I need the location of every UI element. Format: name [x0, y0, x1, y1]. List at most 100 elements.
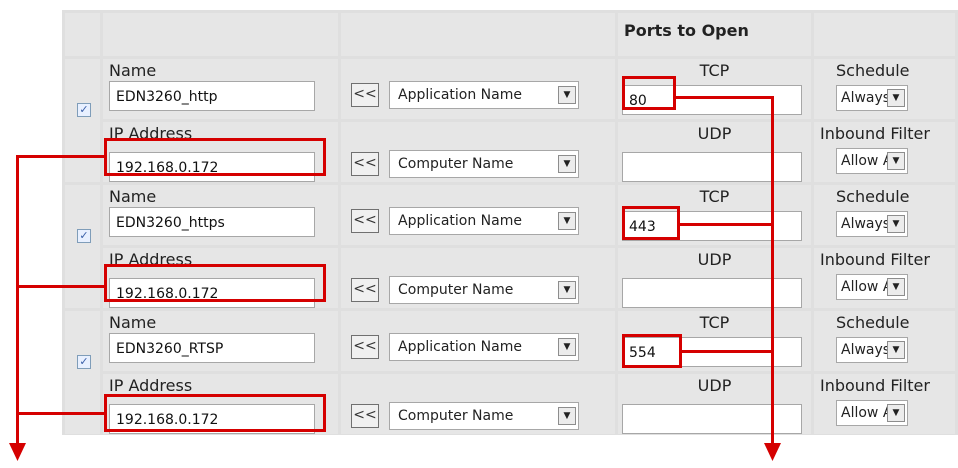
tcp-connector-line [678, 223, 774, 226]
application-name-select[interactable]: Application Name ▼ [389, 333, 579, 361]
dropdown-arrow-icon[interactable]: ▼ [887, 152, 905, 170]
dropdown-arrow-icon[interactable]: ▼ [558, 338, 576, 356]
computer-cell: << Computer Name ▼ [341, 122, 615, 182]
rule-row-top: ✓ Name EDN3260_https << Application Name… [65, 185, 955, 308]
copy-computer-button[interactable]: << [351, 152, 379, 176]
dropdown-arrow-icon[interactable]: ▼ [558, 407, 576, 425]
schedule-value: Always [841, 216, 891, 232]
copy-application-button[interactable]: << [351, 209, 379, 233]
ip-highlight-box [104, 264, 326, 302]
ip-connector-line [16, 155, 106, 158]
udp-cell: UDP [618, 122, 811, 182]
tcp-connector-line [674, 96, 774, 99]
name-cell: Name EDN3260_https [103, 185, 338, 245]
dropdown-arrow-icon[interactable]: ▼ [887, 404, 905, 422]
ip-connector-line [16, 155, 19, 445]
copy-application-button[interactable]: << [351, 83, 379, 107]
dropdown-arrow-icon[interactable]: ▼ [887, 89, 905, 107]
inbound-filter-label: Inbound Filter [820, 250, 930, 269]
ip-highlight-box [104, 394, 326, 432]
udp-cell: UDP [618, 374, 811, 434]
header-cell [65, 13, 100, 56]
app-cell: << Application Name ▼ [341, 311, 615, 371]
computer-cell: << Computer Name ▼ [341, 374, 615, 434]
filter-cell: Inbound Filter Allow All ▼ [814, 374, 955, 434]
checkmark-icon: ✓ [79, 355, 89, 368]
ip-connector-line [16, 412, 106, 415]
dropdown-arrow-icon[interactable]: ▼ [558, 281, 576, 299]
schedule-value: Always [841, 342, 891, 358]
port-forwarding-panel: Ports to Open ✓ Name EDN3260_http << App… [62, 10, 958, 435]
udp-label: UDP [697, 250, 732, 269]
inbound-filter-select[interactable]: Allow All ▼ [836, 148, 908, 174]
app-cell: << Application Name ▼ [341, 185, 615, 245]
enable-checkbox[interactable]: ✓ [77, 103, 91, 117]
port-forwarding-table: Ports to Open ✓ Name EDN3260_http << App… [62, 10, 958, 437]
copy-computer-button[interactable]: << [351, 404, 379, 428]
dropdown-arrow-icon[interactable]: ▼ [887, 341, 905, 359]
schedule-label: Schedule [836, 187, 910, 206]
application-name-select[interactable]: Application Name ▼ [389, 81, 579, 109]
schedule-select[interactable]: Always ▼ [836, 337, 908, 363]
enable-checkbox[interactable]: ✓ [77, 355, 91, 369]
udp-port-field[interactable] [622, 404, 802, 434]
name-field[interactable]: EDN3260_https [109, 207, 315, 237]
computer-name-select[interactable]: Computer Name ▼ [389, 402, 579, 430]
header-cell [341, 13, 615, 56]
dropdown-arrow-icon[interactable]: ▼ [558, 212, 576, 230]
tcp-label: TCP [699, 187, 730, 206]
checkmark-icon: ✓ [79, 229, 89, 242]
schedule-value: Always [841, 90, 891, 106]
schedule-select[interactable]: Always ▼ [836, 211, 908, 237]
tcp-highlight-box [622, 334, 682, 368]
inbound-filter-label: Inbound Filter [820, 376, 930, 395]
udp-port-field[interactable] [622, 152, 802, 182]
rule-row-top: ✓ Name EDN3260_http << Application Name … [65, 59, 955, 182]
computer-name-select[interactable]: Computer Name ▼ [389, 150, 579, 178]
ports-to-open-heading: Ports to Open [618, 13, 811, 56]
table-header: Ports to Open [65, 13, 955, 56]
inbound-filter-select[interactable]: Allow All ▼ [836, 274, 908, 300]
udp-cell: UDP [618, 248, 811, 308]
name-cell: Name EDN3260_http [103, 59, 338, 119]
application-name-value: Application Name [398, 213, 522, 229]
tcp-connector-line [680, 350, 774, 353]
copy-application-button[interactable]: << [351, 335, 379, 359]
filter-cell: Inbound Filter Allow All ▼ [814, 122, 955, 182]
udp-label: UDP [697, 124, 732, 143]
tcp-label: TCP [699, 313, 730, 332]
name-cell: Name EDN3260_RTSP [103, 311, 338, 371]
name-field[interactable]: EDN3260_RTSP [109, 333, 315, 363]
ip-address-label: IP Address [109, 376, 193, 395]
computer-name-select[interactable]: Computer Name ▼ [389, 276, 579, 304]
header-cell [103, 13, 338, 56]
computer-name-value: Computer Name [398, 156, 514, 172]
schedule-cell: Schedule Always ▼ [814, 311, 955, 371]
inbound-filter-label: Inbound Filter [820, 124, 930, 143]
schedule-select[interactable]: Always ▼ [836, 85, 908, 111]
schedule-label: Schedule [836, 313, 910, 332]
application-name-select[interactable]: Application Name ▼ [389, 207, 579, 235]
tcp-highlight-box [622, 206, 680, 240]
dropdown-arrow-icon[interactable]: ▼ [887, 278, 905, 296]
down-arrow-icon [764, 443, 781, 461]
tcp-highlight-box [622, 76, 676, 110]
application-name-value: Application Name [398, 87, 522, 103]
rule-row-top: ✓ Name EDN3260_RTSP << Application Name … [65, 311, 955, 434]
udp-label: UDP [697, 376, 732, 395]
ip-highlight-box [104, 138, 326, 176]
name-field[interactable]: EDN3260_http [109, 81, 315, 111]
dropdown-arrow-icon[interactable]: ▼ [558, 86, 576, 104]
udp-port-field[interactable] [622, 278, 802, 308]
dropdown-arrow-icon[interactable]: ▼ [887, 215, 905, 233]
ip-connector-line [16, 285, 106, 288]
inbound-filter-select[interactable]: Allow All ▼ [836, 400, 908, 426]
dropdown-arrow-icon[interactable]: ▼ [558, 155, 576, 173]
application-name-value: Application Name [398, 339, 522, 355]
down-arrow-icon [9, 443, 26, 461]
name-label: Name [109, 61, 157, 80]
enable-cell: ✓ [65, 311, 100, 434]
enable-checkbox[interactable]: ✓ [77, 229, 91, 243]
filter-cell: Inbound Filter Allow All ▼ [814, 248, 955, 308]
copy-computer-button[interactable]: << [351, 278, 379, 302]
